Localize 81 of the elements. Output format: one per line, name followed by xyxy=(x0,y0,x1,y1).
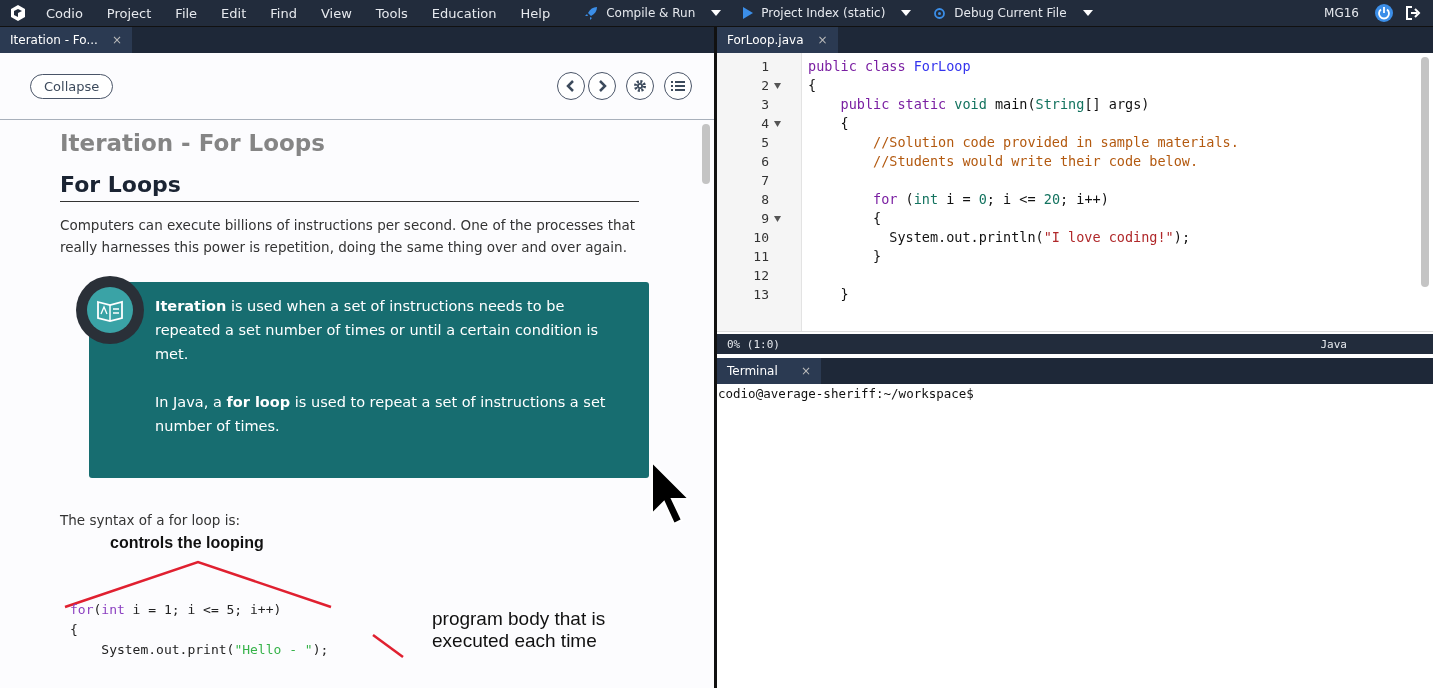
line-number: 5 xyxy=(760,134,770,152)
caret-icon[interactable] xyxy=(711,10,722,16)
menu-button[interactable] xyxy=(664,72,692,100)
line-number: 9 xyxy=(717,209,801,228)
code-line: } xyxy=(839,285,850,304)
line-number: 2 xyxy=(717,76,801,95)
menu-item[interactable]: Education xyxy=(431,5,497,21)
page-title: Iteration - For Loops xyxy=(60,130,326,156)
toolbar-action[interactable]: Project Index (static) xyxy=(761,6,886,20)
code-line: System.out.println("I love coding!"); xyxy=(888,228,1191,247)
terminal-prompt: codio@average-sheriff:~/workspace$ xyxy=(718,386,974,401)
callout-text: In Java, a for loop is used to repeat a set of instructions a set number of times. xyxy=(155,393,607,436)
code-line: { xyxy=(808,76,818,95)
caret-icon[interactable] xyxy=(901,10,912,16)
figure-label: controls the looping xyxy=(110,534,264,552)
line-number: 12 xyxy=(752,267,770,285)
syntax-intro: The syntax of a for loop is: xyxy=(60,512,241,528)
terminal-tab[interactable]: Terminal × xyxy=(717,358,821,384)
menu-item[interactable]: File xyxy=(175,5,198,21)
file-tab[interactable]: ForLoop.java × xyxy=(717,27,838,53)
line-number: 10 xyxy=(752,229,770,247)
menu-item[interactable]: Help xyxy=(520,5,551,21)
settings-button[interactable] xyxy=(626,72,654,100)
figure-label: executed each time xyxy=(432,630,598,652)
cursor-position: 0% (1:0) xyxy=(727,337,780,351)
fold-icon[interactable] xyxy=(774,121,781,127)
menu-item[interactable]: Codio xyxy=(46,5,83,21)
logo-icon[interactable] xyxy=(10,5,26,21)
toolbar-action[interactable]: Debug Current File xyxy=(954,6,1067,20)
list-icon xyxy=(671,80,685,92)
power-icon[interactable] xyxy=(1375,4,1393,22)
close-icon[interactable]: × xyxy=(800,364,811,378)
toolbar-action[interactable]: Compile & Run xyxy=(606,6,696,20)
caret-icon[interactable] xyxy=(1082,10,1093,16)
play-icon xyxy=(743,7,754,19)
code-line: public static void main(String[] args) xyxy=(839,95,1151,114)
figure-label: program body that is xyxy=(432,608,606,630)
menu-item[interactable]: Tools xyxy=(375,5,408,21)
menu-item[interactable]: Project xyxy=(106,5,152,21)
fold-icon[interactable] xyxy=(774,216,781,222)
code-line: for (int i = 0; i <= 20; i++) xyxy=(872,190,1110,209)
line-number: 8 xyxy=(760,191,770,209)
scrollbar-thumb[interactable] xyxy=(1421,57,1429,287)
code-line: { xyxy=(839,114,850,133)
user-initials: MG16 xyxy=(1324,6,1359,20)
gear-icon xyxy=(633,79,647,93)
collapse-button[interactable]: Collapse xyxy=(30,73,114,99)
figure-code-line: { xyxy=(70,621,79,639)
line-number: 1 xyxy=(760,58,770,76)
line-number: 4 xyxy=(717,114,801,133)
close-icon[interactable]: × xyxy=(111,33,122,47)
line-number: 11 xyxy=(752,248,770,266)
callout-text: Iteration is used when a set of instructions needs to be repeated a set number of times or until a certain condition is met. xyxy=(155,297,600,364)
figure-code-line: System.out.print("Hello - "); xyxy=(100,641,329,659)
chevron-left-icon xyxy=(566,80,576,92)
menu-item[interactable]: Edit xyxy=(221,5,247,21)
code-line: } xyxy=(872,247,883,266)
language-label: Java xyxy=(1320,337,1347,351)
code-line: public class ForLoop xyxy=(808,57,972,76)
previous-button[interactable] xyxy=(557,72,585,100)
code-line: //Students would write their code below. xyxy=(872,152,1200,171)
code-line: { xyxy=(872,209,883,228)
line-number: 6 xyxy=(760,153,770,171)
guide-tab[interactable]: Iteration - Fo... × xyxy=(0,27,132,53)
menu-item[interactable]: Find xyxy=(270,5,297,21)
chevron-right-icon xyxy=(597,80,607,92)
section-heading: For Loops xyxy=(60,172,639,202)
line-number: 13 xyxy=(752,286,770,304)
target-icon xyxy=(933,6,947,20)
code-line: //Solution code provided in sample materials. xyxy=(872,133,1240,152)
close-icon[interactable]: × xyxy=(817,33,828,47)
line-number: 3 xyxy=(760,96,770,114)
next-button[interactable] xyxy=(588,72,616,100)
rocket-icon xyxy=(584,6,599,20)
line-number: 7 xyxy=(760,172,770,190)
intro-paragraph: Computers can execute billions of instructions per second. One of the processes that really harnesses this power is repetition, doing the same thing over and over again. xyxy=(60,216,637,257)
logout-icon[interactable] xyxy=(1405,5,1421,21)
menu-item[interactable]: View xyxy=(320,5,352,21)
fold-icon[interactable] xyxy=(774,83,781,89)
figure-code-line: for(int i = 1; i <= 5; i++) xyxy=(70,601,283,619)
scrollbar-thumb[interactable] xyxy=(702,124,710,184)
